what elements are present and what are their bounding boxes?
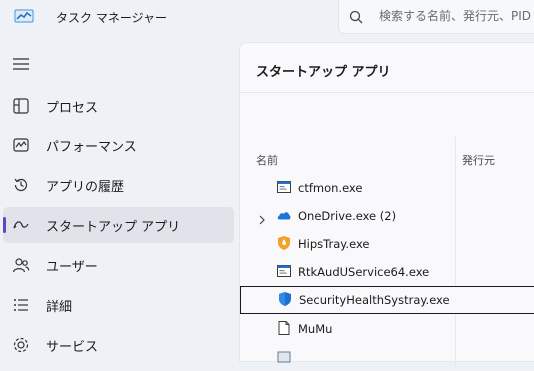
- row-name: ctfmon.exe: [298, 181, 363, 195]
- startup-apps-icon: [12, 216, 30, 238]
- app-title: タスク マネージャー: [56, 11, 167, 25]
- startup-apps-panel: スタートアップ アプリ 名前 発行元 ctfmon.exe OneDrive.e…: [239, 42, 534, 367]
- processes-icon: [12, 97, 30, 119]
- nav-item-details[interactable]: 詳細: [3, 287, 234, 323]
- nav-label-performance: パフォーマンス: [46, 140, 137, 155]
- hamburger-menu-icon[interactable]: [12, 56, 30, 75]
- row-name: HipsTray.exe: [298, 237, 370, 251]
- row-name: RtkAudUService64.exe: [298, 265, 430, 279]
- table-row[interactable]: RtkAudUService64.exe: [240, 258, 534, 286]
- row-name: SecurityHealthSystray.exe: [299, 293, 450, 307]
- divider: [240, 92, 534, 93]
- column-header-name[interactable]: 名前: [256, 152, 278, 168]
- services-icon: [12, 336, 30, 358]
- exe-window-icon: [276, 263, 292, 283]
- search-input[interactable]: [379, 6, 534, 26]
- table-row-selected[interactable]: SecurityHealthSystray.exe: [240, 286, 534, 314]
- hipstray-shield-icon: [276, 235, 292, 255]
- nav-item-startup-apps[interactable]: スタートアップ アプリ: [3, 207, 234, 243]
- table-row[interactable]: OneDrive.exe (2): [240, 202, 534, 230]
- task-manager-app-icon: [14, 8, 34, 28]
- details-icon: [12, 296, 30, 318]
- table-row[interactable]: ctfmon.exe: [240, 174, 534, 202]
- blank-file-icon: [276, 320, 292, 340]
- users-icon: [12, 256, 30, 278]
- search-icon: [349, 9, 363, 28]
- performance-icon: [12, 136, 30, 158]
- nav-label-startup-apps: スタートアップ アプリ: [46, 220, 181, 235]
- search-box[interactable]: [338, 0, 534, 34]
- nav-label-services: サービス: [46, 340, 99, 355]
- app-history-icon: [12, 176, 30, 198]
- onedrive-cloud-icon: [276, 207, 292, 227]
- table-row[interactable]: MuMu: [240, 315, 534, 343]
- table-row[interactable]: [240, 343, 534, 371]
- exe-window-icon: [276, 179, 292, 199]
- page-title: スタートアップ アプリ: [256, 65, 391, 80]
- chevron-right-icon[interactable]: [258, 210, 266, 229]
- nav-item-users[interactable]: ユーザー: [3, 247, 234, 283]
- nav-label-details: 詳細: [46, 300, 73, 315]
- column-header-publisher[interactable]: 発行元: [462, 152, 495, 168]
- row-name: MuMu: [298, 322, 333, 336]
- table-row[interactable]: HipsTray.exe: [240, 230, 534, 258]
- row-name: OneDrive.exe (2): [298, 209, 397, 223]
- nav-label-users: ユーザー: [46, 260, 98, 275]
- nav-item-performance[interactable]: パフォーマンス: [3, 127, 234, 163]
- nav-item-app-history[interactable]: アプリの履歴: [3, 167, 234, 203]
- windows-security-shield-icon: [277, 291, 293, 311]
- partial-row-icon: [276, 348, 292, 368]
- nav-label-processes: プロセス: [46, 101, 99, 116]
- nav-item-processes[interactable]: プロセス: [3, 88, 234, 124]
- nav-label-app-history: アプリの履歴: [46, 180, 125, 195]
- nav-item-services[interactable]: サービス: [3, 327, 234, 363]
